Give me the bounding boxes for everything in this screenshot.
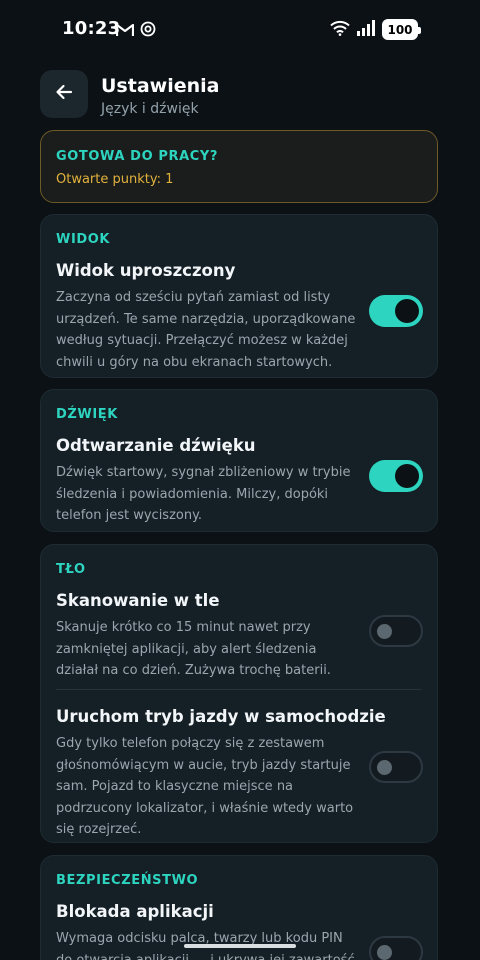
- readiness-title: GOTOWA DO PRACY?: [56, 149, 219, 164]
- simplified-view-toggle[interactable]: [369, 295, 423, 327]
- sound-playback-description: Dźwięk startowy, sygnał zbliżeniowy w tr…: [56, 465, 351, 523]
- status-bar: 10:23 100: [0, 0, 480, 60]
- section-label-sound: DŹWIĘK: [56, 407, 118, 422]
- signal-icon: [356, 19, 376, 40]
- background-scan-title: Skanowanie w tle: [56, 591, 220, 610]
- car-mode-toggle[interactable]: [369, 751, 423, 783]
- toggle-knob: [377, 760, 392, 775]
- arrow-left-icon: [54, 82, 74, 106]
- background-scan-description: Skanuje krótko co 15 minut nawet przy za…: [56, 620, 331, 678]
- settings-screen: 10:23 100 Ustawienia Język i dźwięk GOTO…: [0, 0, 480, 960]
- simplified-view-description: Zaczyna od sześciu pytań zamiast od list…: [56, 290, 356, 370]
- system-status-icons: 100: [330, 19, 421, 40]
- back-button[interactable]: [40, 70, 88, 118]
- section-label-background: TŁO: [56, 562, 86, 577]
- app-lock-title: Blokada aplikacji: [56, 902, 214, 921]
- wifi-icon: [330, 20, 350, 40]
- page-header: Ustawienia Język i dźwięk: [40, 70, 440, 122]
- toggle-knob: [395, 464, 419, 488]
- view-section-card: WIDOK Widok uproszczony Zaczyna od sześc…: [40, 214, 438, 378]
- car-mode-description: Gdy tylko telefon połączy się z zestawem…: [56, 736, 354, 837]
- sound-playback-title: Odtwarzanie dźwięku: [56, 436, 256, 455]
- status-time: 10:23: [62, 18, 121, 39]
- sound-playback-toggle[interactable]: [369, 460, 423, 492]
- page-subtitle: Język i dźwięk: [101, 101, 199, 117]
- toggle-knob: [377, 624, 392, 639]
- app-lock-toggle[interactable]: [369, 936, 423, 960]
- readiness-card[interactable]: GOTOWA DO PRACY? Otwarte punkty: 1: [40, 130, 438, 203]
- battery-icon: 100: [382, 19, 421, 40]
- open-points-count: Otwarte punkty: 1: [56, 172, 174, 187]
- notification-icons: [115, 21, 156, 41]
- section-label-security: BEZPIECZEŃSTWO: [56, 873, 199, 888]
- background-scan-toggle[interactable]: [369, 615, 423, 647]
- home-indicator[interactable]: [184, 944, 296, 948]
- background-section-card: TŁO Skanowanie w tle Skanuje krótko co 1…: [40, 544, 438, 843]
- gmail-icon: [115, 22, 135, 41]
- toggle-knob: [377, 945, 392, 960]
- car-mode-title: Uruchom tryb jazdy w samochodzie: [56, 707, 386, 726]
- toggle-knob: [395, 299, 419, 323]
- sound-section-card: DŹWIĘK Odtwarzanie dźwięku Dźwięk starto…: [40, 389, 438, 532]
- page-title: Ustawienia: [101, 75, 220, 97]
- section-label-view: WIDOK: [56, 232, 111, 247]
- divider: [56, 689, 422, 690]
- simplified-view-title: Widok uproszczony: [56, 261, 236, 280]
- threads-icon: [140, 21, 156, 41]
